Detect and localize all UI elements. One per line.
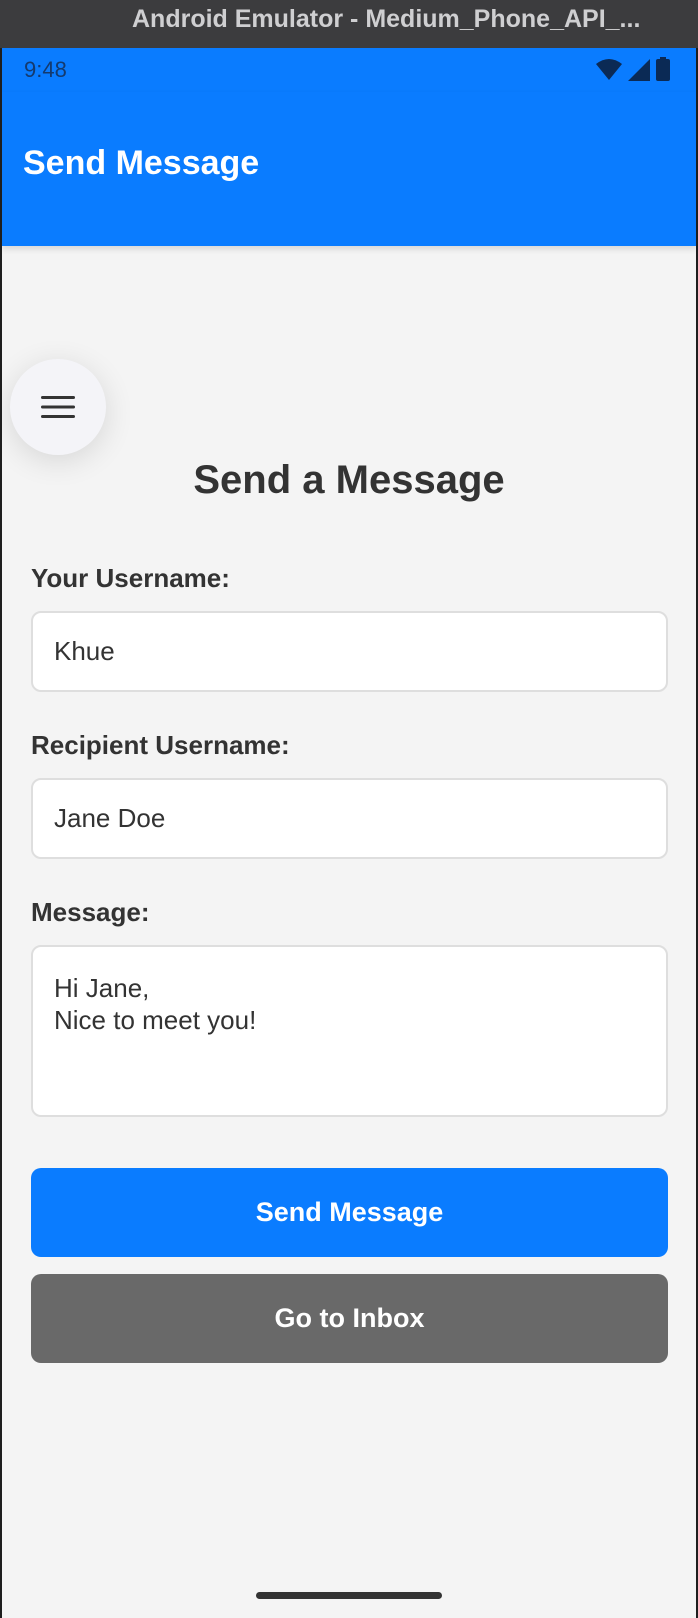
- username-label: Your Username:: [31, 563, 230, 593]
- battery-icon: [656, 57, 670, 81]
- status-icons: [596, 57, 670, 81]
- send-message-button[interactable]: Send Message: [31, 1168, 668, 1257]
- go-to-inbox-button[interactable]: Go to Inbox: [31, 1274, 668, 1363]
- username-input[interactable]: Khue: [31, 611, 668, 692]
- status-time: 9:48: [24, 57, 67, 82]
- recipient-input[interactable]: Jane Doe: [31, 778, 668, 859]
- wifi-icon: [596, 59, 622, 80]
- message-line: Nice to meet you!: [54, 1005, 257, 1035]
- message-label: Message:: [31, 897, 150, 927]
- signal-icon: [628, 59, 650, 81]
- app-bar-title: Send Message: [23, 144, 260, 182]
- page-title: Send a Message: [193, 458, 505, 502]
- message-line: Hi Jane,: [54, 973, 150, 1003]
- recipient-label: Recipient Username:: [31, 730, 290, 760]
- menu-button[interactable]: [10, 359, 106, 455]
- phone-screen: 9:48 Send Message Send a Message Your Us…: [0, 48, 698, 1618]
- window-title: Android Emulator - Medium_Phone_API_...: [132, 5, 641, 33]
- status-bar: 9:48: [2, 48, 696, 92]
- home-indicator[interactable]: [256, 1592, 442, 1599]
- menu-icon: [41, 396, 75, 418]
- message-textarea[interactable]: Hi Jane, Nice to meet you!: [31, 945, 668, 1117]
- app-bar: Send Message: [2, 92, 696, 246]
- window-titlebar: Android Emulator - Medium_Phone_API_...: [0, 0, 698, 48]
